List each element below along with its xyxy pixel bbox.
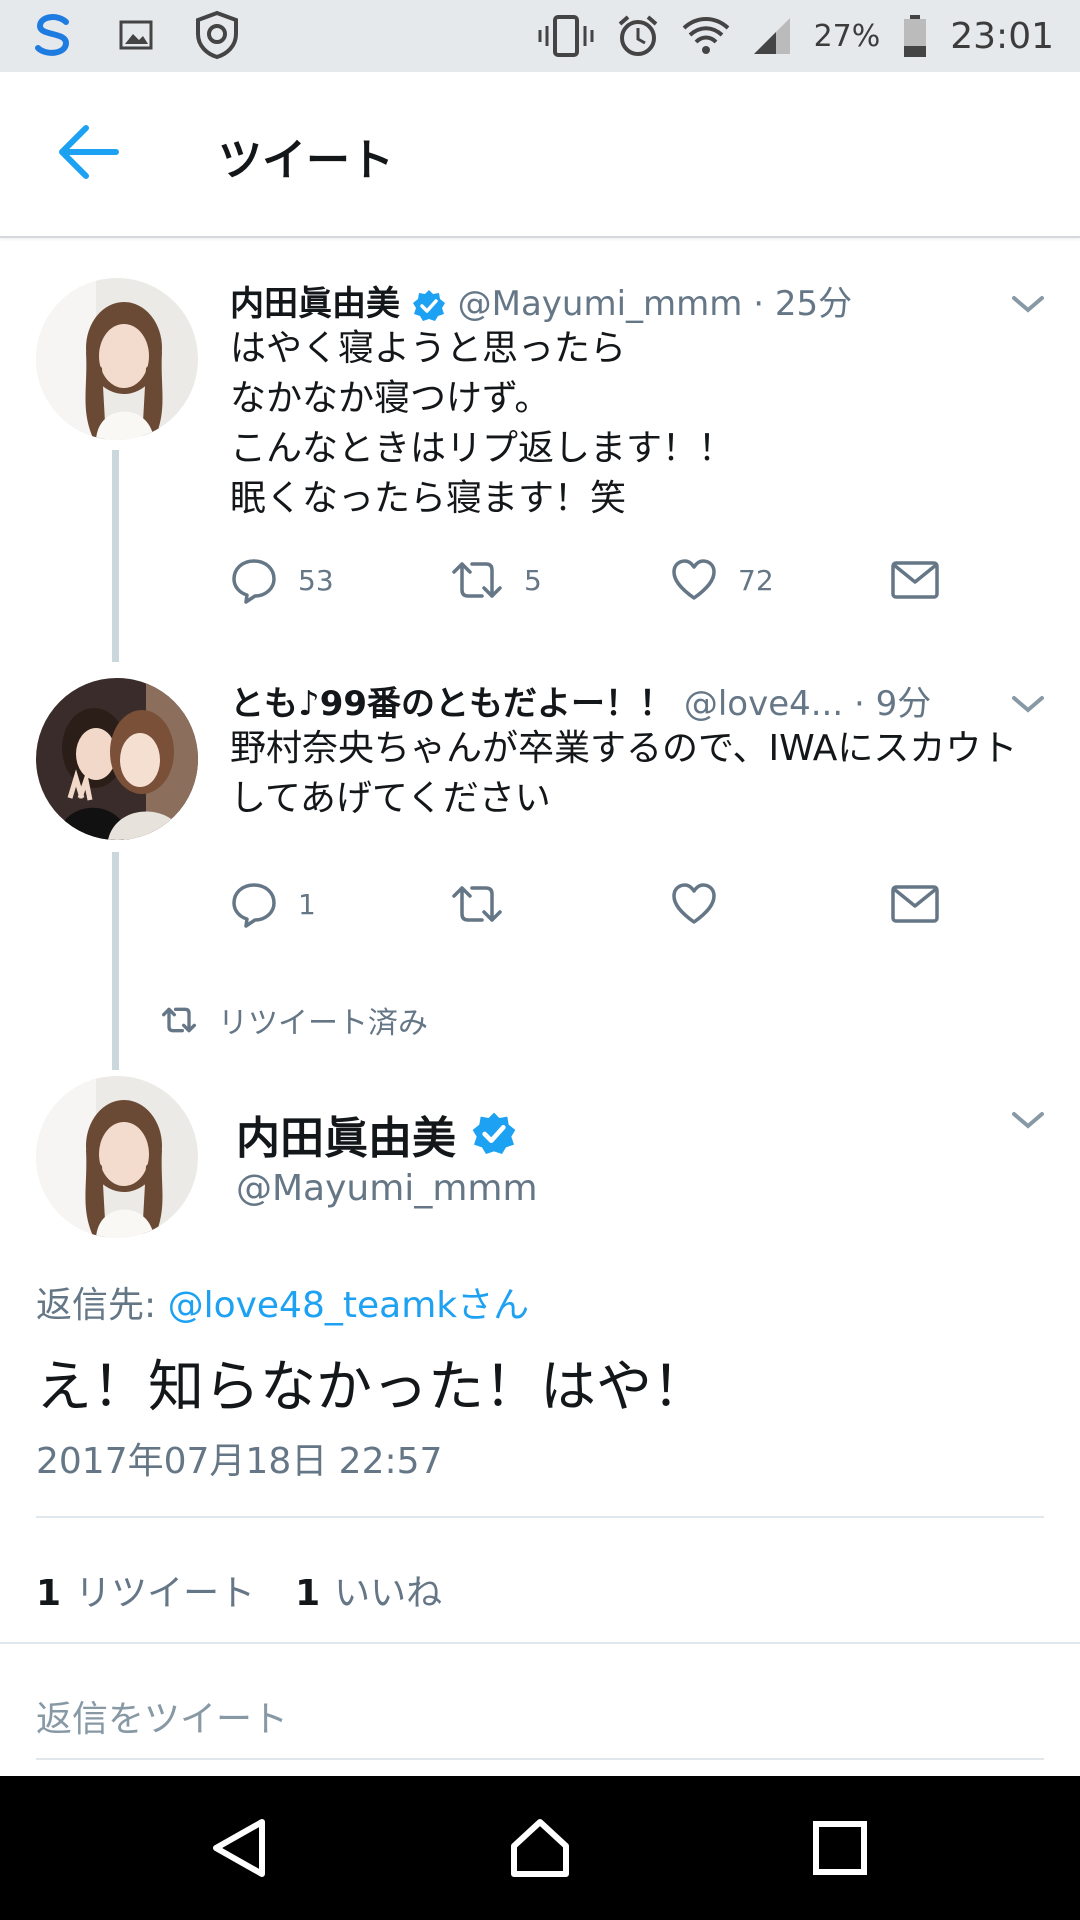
- back-arrow-icon[interactable]: [56, 122, 120, 182]
- like-stat[interactable]: 1 いいね: [295, 1564, 442, 1616]
- main-author-name[interactable]: 内田眞由美: [236, 1102, 456, 1166]
- like-button[interactable]: [670, 874, 738, 934]
- like-button[interactable]: 72: [670, 550, 774, 610]
- avatar[interactable]: [36, 1076, 198, 1238]
- tweet-actions: 1: [230, 874, 990, 934]
- nav-back-icon[interactable]: [208, 1816, 272, 1880]
- chevron-down-icon[interactable]: [1010, 1108, 1046, 1132]
- s-app-icon: [35, 14, 70, 56]
- dm-button[interactable]: [890, 550, 940, 610]
- avatar[interactable]: [36, 278, 198, 440]
- divider: [36, 1758, 1044, 1760]
- reply-icon: [232, 883, 276, 928]
- retweeted-label: リツイート済み: [160, 998, 428, 1042]
- tweet-author-name[interactable]: とも♪99番のともだよー！！: [230, 684, 673, 724]
- like-stat-label: いいね: [334, 1573, 443, 1614]
- shield-icon: [196, 10, 238, 60]
- chevron-down-icon[interactable]: [1010, 292, 1046, 316]
- tweet-time: · 9分: [853, 684, 932, 724]
- reply-to-line: 返信先: @love48_teamkさん: [36, 1276, 529, 1328]
- tweet-time: · 25分: [753, 284, 853, 324]
- retweet-icon: [452, 886, 502, 922]
- tweet-author-handle[interactable]: @love4...: [684, 684, 843, 724]
- divider: [36, 1516, 1044, 1518]
- navigation-bar: [0, 1776, 1080, 1920]
- alarm-icon: [618, 15, 657, 56]
- nav-home-icon[interactable]: [508, 1816, 572, 1880]
- like-count: 72: [738, 563, 774, 597]
- tweet-author-handle[interactable]: @Mayumi_mmm: [458, 284, 743, 324]
- chevron-down-icon[interactable]: [1010, 692, 1046, 716]
- heart-icon: [672, 883, 716, 924]
- avatar[interactable]: [36, 678, 198, 840]
- tweet-author-name[interactable]: 内田眞由美: [230, 284, 400, 324]
- nav-recents-icon[interactable]: [808, 1816, 872, 1880]
- retweet-button[interactable]: 5: [450, 550, 542, 610]
- reply-input[interactable]: 返信をツイート: [36, 1690, 288, 1742]
- verified-badge-icon: [472, 1112, 516, 1154]
- reply-button[interactable]: 1: [230, 874, 316, 934]
- verified-badge-icon: [412, 289, 445, 321]
- retweet-button[interactable]: [450, 874, 524, 934]
- tweet-actions: 53 5 72: [230, 550, 990, 610]
- divider: [0, 1642, 1080, 1644]
- reply-count: 53: [298, 563, 334, 597]
- retweet-stat-count: 1: [36, 1573, 62, 1614]
- status-bar: 27% 23:01: [0, 0, 1080, 72]
- reply-button[interactable]: 53: [230, 550, 334, 610]
- retweeted-text: リツイート済み: [218, 1006, 428, 1041]
- heart-icon: [672, 559, 716, 600]
- wifi-icon: [682, 17, 729, 54]
- envelope-icon: [891, 885, 939, 923]
- battery-percent: 27%: [813, 18, 881, 54]
- envelope-icon: [891, 561, 939, 599]
- retweet-stat[interactable]: 1 リツイート: [36, 1564, 255, 1616]
- retweet-icon: [452, 562, 502, 598]
- reply-icon: [232, 559, 276, 604]
- vibrate-icon: [538, 15, 594, 57]
- tweet-text: 野村奈央ちゃんが卒業するので、IWAにスカウト してあげてください: [230, 728, 1018, 819]
- app-bar: ツイート: [0, 72, 1080, 238]
- gallery-icon: [119, 20, 153, 50]
- main-author-handle[interactable]: @Mayumi_mmm: [236, 1168, 538, 1209]
- tweet-text: はやく寝ようと思ったら なかなか寝つけず。 こんなときはリプ返します！！ 眠くな…: [230, 328, 735, 519]
- retweet-stat-label: リツイート: [75, 1573, 256, 1614]
- dm-button[interactable]: [890, 874, 940, 934]
- retweet-count: 5: [524, 563, 542, 597]
- like-stat-count: 1: [295, 1573, 321, 1614]
- reply-count: 1: [298, 887, 316, 921]
- tweet-timestamp: 2017年07月18日 22:57: [36, 1441, 443, 1482]
- page-title: ツイート: [218, 135, 394, 186]
- thread-line: [112, 852, 119, 1070]
- tweet-stats: 1 リツイート 1 いいね: [36, 1564, 442, 1616]
- main-tweet-text: え！知らなかった！はや！: [36, 1355, 708, 1420]
- reply-to-prefix: 返信先:: [36, 1285, 168, 1326]
- retweet-icon: [162, 1007, 196, 1033]
- reply-to-mention[interactable]: @love48_teamkさん: [168, 1285, 530, 1326]
- battery-icon: [904, 15, 927, 57]
- thread-line: [112, 450, 119, 662]
- clock: 23:01: [950, 15, 1054, 57]
- signal-icon: [753, 18, 790, 54]
